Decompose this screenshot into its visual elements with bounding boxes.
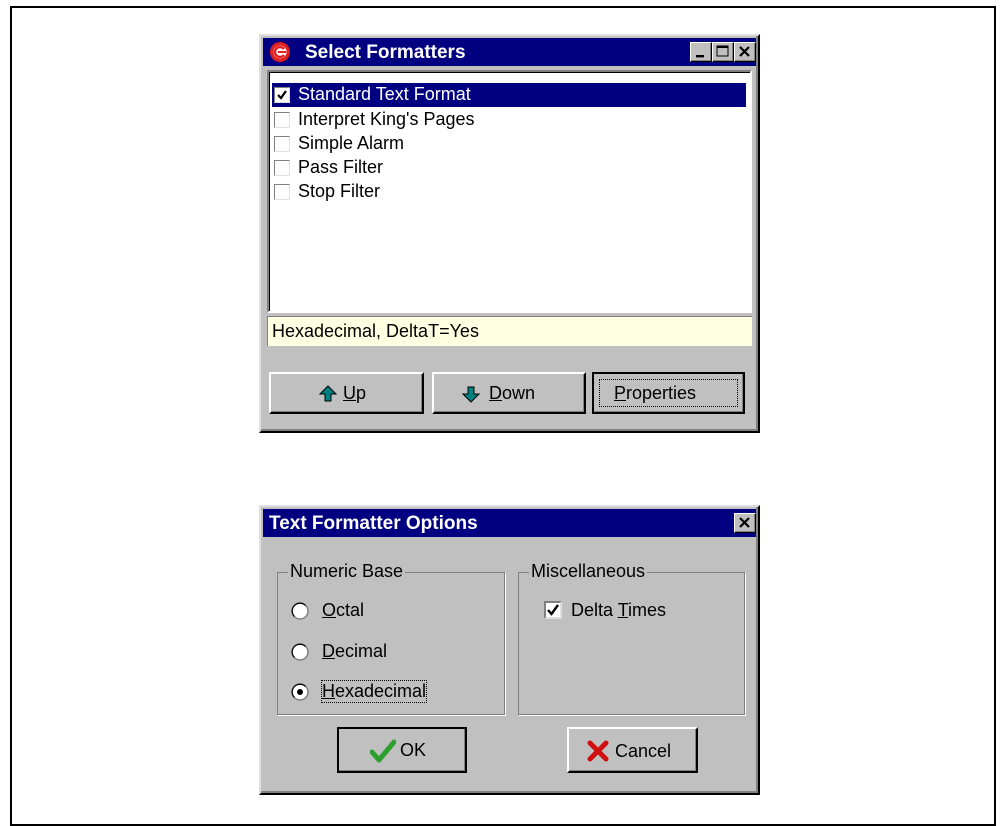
checkmark-icon	[547, 604, 559, 616]
list-item[interactable]: Stop Filter	[272, 180, 746, 204]
checkmark-icon	[277, 90, 287, 100]
numeric-base-label: Numeric Base	[288, 561, 406, 582]
octal-mnemonic: O	[322, 600, 337, 620]
list-item[interactable]: Pass Filter	[272, 156, 746, 180]
hexadecimal-mnemonic: H	[322, 681, 335, 701]
decimal-label: ecimal	[335, 641, 388, 661]
checkmark-icon	[370, 739, 396, 763]
arrow-down-icon	[462, 386, 480, 403]
checkbox[interactable]	[274, 160, 290, 176]
list-item-label: Pass Filter	[298, 157, 384, 177]
checkbox[interactable]	[274, 87, 290, 103]
up-mnemonic: U	[343, 383, 356, 403]
list-item-label: Interpret King's Pages	[298, 109, 475, 129]
window-title: Select Formatters	[305, 42, 466, 63]
list-item-label: Standard Text Format	[298, 84, 471, 104]
arrow-up-icon	[319, 385, 337, 402]
up-button[interactable]: Up	[269, 372, 424, 414]
cancel-button[interactable]: Cancel	[567, 727, 698, 773]
list-item[interactable]: Standard Text Format	[272, 83, 746, 107]
delta-times-prefix: Delta	[571, 600, 618, 620]
close-icon	[739, 517, 750, 528]
close-button[interactable]	[734, 513, 756, 533]
window-title: Text Formatter Options	[269, 513, 478, 534]
maximize-button[interactable]	[712, 42, 734, 62]
close-button[interactable]	[734, 42, 756, 62]
up-label: p	[356, 383, 367, 403]
radio-hexadecimal[interactable]	[291, 683, 309, 701]
maximize-icon	[716, 45, 729, 57]
radio-decimal[interactable]	[291, 643, 309, 661]
title-bar[interactable]: Text Formatter Options	[263, 509, 756, 537]
properties-mnemonic: P	[614, 383, 627, 403]
delta-times-label: imes	[628, 600, 667, 620]
list-item[interactable]: Simple Alarm	[272, 132, 746, 156]
status-text: Hexadecimal, DeltaT=Yes	[267, 316, 752, 346]
miscellaneous-group: Miscellaneous Delta Times	[518, 561, 746, 716]
delta-times-mnemonic: T	[617, 600, 629, 620]
list-item-label: Stop Filter	[298, 181, 381, 201]
select-formatters-window: Select Formatters Standard Text Format I…	[259, 34, 760, 433]
ok-label: OK	[400, 740, 427, 760]
miscellaneous-label: Miscellaneous	[529, 561, 648, 582]
hexadecimal-label: exadecimal	[335, 681, 427, 701]
delta-times-checkbox[interactable]	[544, 601, 562, 619]
radio-octal[interactable]	[291, 602, 309, 620]
down-button[interactable]: Down	[432, 372, 586, 414]
properties-button[interactable]: Properties	[592, 372, 745, 414]
minimize-button[interactable]	[690, 42, 712, 62]
properties-label: roperties	[626, 383, 697, 403]
checkbox[interactable]	[274, 184, 290, 200]
decimal-mnemonic: D	[322, 641, 335, 661]
cancel-x-icon	[587, 740, 609, 762]
close-icon	[739, 46, 750, 57]
down-label: own	[502, 383, 536, 403]
list-item[interactable]: Interpret King's Pages	[272, 108, 746, 132]
checkbox[interactable]	[274, 136, 290, 152]
minimize-icon	[696, 55, 704, 58]
app-icon	[270, 42, 290, 62]
down-mnemonic: D	[489, 383, 502, 403]
checkbox[interactable]	[274, 112, 290, 128]
ok-button[interactable]: OK	[337, 727, 467, 773]
cancel-label: Cancel	[615, 741, 672, 761]
title-bar[interactable]: Select Formatters	[263, 38, 756, 66]
numeric-base-group: Numeric Base Octal Decimal Hexadecimal	[277, 561, 506, 716]
list-item-label: Simple Alarm	[298, 133, 405, 153]
octal-label: ctal	[336, 600, 365, 620]
text-formatter-options-window: Text Formatter Options Numeric Base Octa…	[259, 505, 760, 795]
formatter-list[interactable]: Standard Text Format Interpret King's Pa…	[267, 70, 752, 313]
